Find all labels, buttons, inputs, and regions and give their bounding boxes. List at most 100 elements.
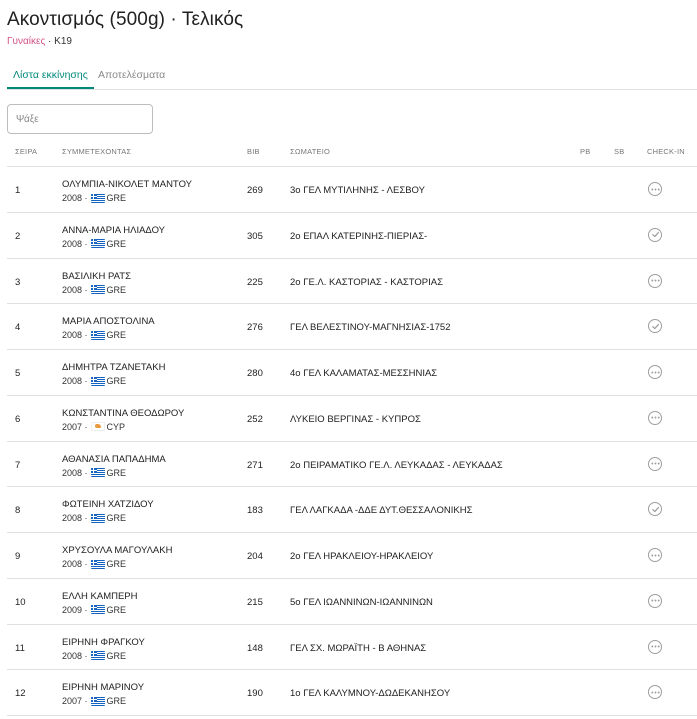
country-code: GRE [106,696,127,707]
flag-greece-icon [90,330,105,340]
club-name: 1ο ΓΕΛ ΚΑΛΥΜΝΟΥ-ΔΩΔΕΚΑΝΗΣΟΥ [290,688,451,700]
club-name: 2ο ΓΕΛ ΗΡΑΚΛΕΙΟΥ-ΗΡΑΚΛΕΙΟΥ [290,551,434,562]
athlete-name: ΑΘΑΝΑΣΙΑ ΠΑΠΑΔΗΜΑ [62,453,166,465]
row-order: 2 [15,230,21,242]
bib-number: 276 [247,322,263,334]
checkin-checked-icon[interactable] [648,319,662,334]
birth-year: 2008 [62,193,83,203]
checkin-checked-icon[interactable] [648,502,662,517]
table-row: 1 ΟΛΥΜΠΙΑ-ΝΙΚΟΛΕΤ ΜΑΝΤΟΥ 2008 · GRE 269 3ο ΓΕ… [7,167,697,213]
table-row: 12 ΕΙΡΗΝΗ ΜΑΡΙΝΟΥ 2007 · GRE 190 1ο ΓΕΛ ΚΑΛΥΜ… [7,670,697,716]
country-code: GRE [106,513,127,524]
checkin-pending-icon[interactable] [648,456,662,471]
athlete-name: ΚΩΝΣΤΑΝΤΙΝΑ ΘΕΟΔΩΡΟΥ [62,407,185,419]
country-code: GRE [106,467,127,478]
flag-greece-icon [90,468,105,477]
event-subtitle: Γυναίκες · K19 [7,36,72,47]
athlete-name: ΧΡΥΣΟΥΛΑ ΜΑΓΟΥΛΑΚΗ [62,545,173,556]
flag-greece-icon [90,605,105,615]
column-header-pb: PB [580,147,591,156]
club-name: ΓΕΛ ΛΑΓΚΑΔΑ -ΔΔΕ ΔΥΤ.ΘΕΣΣΑΛΟΝΙΚΗΣ [290,505,473,517]
club-name: ΓΕΛ ΒΕΛΕΣΤΙΝΟΥ-ΜΑΓΝΗΣΙΑΣ-1752 [290,322,451,334]
club-name: 3ο ΓΕΛ ΜΥΤΙΛΗΝΗΣ - ΛΕΣΒΟΥ [290,185,425,196]
athlete-meta: 2008 · GRE [62,559,126,569]
athlete-meta: 2007 · GRE [62,696,126,706]
country-code: GRE [106,193,127,203]
country-code: CYP [106,421,126,432]
bib-number: 148 [247,642,263,654]
meta-separator: · [82,513,88,524]
checkin-pending-icon[interactable] [648,410,662,425]
athlete-name: ΒΑΣΙΛΙΚΗ ΡΑΤΣ [62,270,131,282]
athlete-meta: 2008 · GRE [62,285,126,295]
athlete-meta: 2008 · GRE [62,330,126,340]
meta-separator: · [82,238,88,249]
athlete-name: ΕΛΛΗ ΚΑΜΠΕΡΗ [62,590,138,602]
bib-number: 183 [247,505,263,517]
row-order: 1 [15,185,21,196]
meta-separator: · [82,284,88,295]
birth-year: 2009 [62,604,83,615]
meta-separator: · [82,193,88,203]
row-order: 9 [15,551,21,562]
flag-greece-icon [90,239,105,249]
meta-separator: · [82,604,88,615]
checkin-pending-icon[interactable] [648,593,662,608]
row-order: 4 [15,322,21,334]
row-order: 5 [15,368,21,379]
category-label: Γυναίκες [7,36,46,47]
table-row: 8 ΦΩΤΕΙΝΗ ΧΑΤΖΙΔΟΥ 2008 · GRE 183 ΓΕΛ ΛΑΓΚΑΔΑ… [7,487,697,533]
checkin-pending-icon[interactable] [648,548,662,562]
column-header-bib: BIB [247,147,260,156]
checkin-pending-icon[interactable] [648,685,662,700]
search-input[interactable] [7,104,153,134]
checkin-pending-icon[interactable] [648,182,662,196]
athlete-meta: 2009 · GRE [62,605,126,615]
flag-greece-icon [90,285,105,294]
flag-greece-icon [90,513,105,523]
column-header-athlete: ΣΥΜΜΕΤΕΧΟΝΤΑΣ [62,147,132,156]
table-row: 7 ΑΘΑΝΑΣΙΑ ΠΑΠΑΔΗΜΑ 2008 · GRE 271 2ο ΠΕΙΡΑΜΑ… [7,442,697,488]
start-list-table: 1 ΟΛΥΜΠΙΑ-ΝΙΚΟΛΕΤ ΜΑΝΤΟΥ 2008 · GRE 269 3ο ΓΕ… [7,167,697,716]
checkin-pending-icon[interactable] [648,273,662,288]
bib-number: 252 [247,413,263,425]
table-row: 10 ΕΛΛΗ ΚΑΜΠΕΡΗ 2009 · GRE 215 5ο ΓΕΛ ΙΩΑΝΝΙΝ… [7,579,697,625]
flag-cyprus-icon [90,422,105,432]
meta-separator: · [82,376,88,386]
birth-year: 2007 [62,421,83,432]
birth-year: 2008 [62,330,83,341]
table-row: 11 ΕΙΡΗΝΗ ΦΡΑΓΚΟΥ 2008 · GRE 148 ΓΕΛ ΣΧ. ΜΩΡΑ… [7,625,697,671]
club-name: ΓΕΛ ΣΧ. ΜΩΡΑΪΤΗ - Β ΑΘΗΝΑΣ [290,642,427,654]
athlete-name: ΕΙΡΗΝΗ ΜΑΡΙΝΟΥ [62,682,145,694]
meta-separator: · [82,650,88,661]
checkin-pending-icon[interactable] [648,365,662,379]
column-header-order: ΣΕΙΡΑ [15,147,38,156]
checkin-checked-icon[interactable] [648,227,662,242]
page-title: Ακοντισμός (500g) · Τελικός [7,9,244,30]
club-name: 2ο ΠΕΙΡΑΜΑΤΙΚΟ ΓΕ.Λ. ΛΕΥΚΑΔΑΣ - ΛΕΥΚΑΔΑΣ [290,459,503,471]
tab-start-list[interactable]: Λίστα εκκίνησης [7,62,94,89]
flag-greece-icon [90,559,105,569]
bib-number: 204 [247,551,263,562]
tab-results[interactable]: Αποτελέσματα [92,62,171,89]
athlete-name: ΜΑΡΙΑ ΑΠΟΣΤΟΛΙΝΑ [62,316,155,328]
meta-separator: · [82,696,88,707]
tab-bar: Λίστα εκκίνησης Αποτελέσματα [7,62,697,90]
athlete-name: ΕΙΡΗΝΗ ΦΡΑΓΚΟΥ [62,636,145,648]
athlete-meta: 2008 · GRE [62,193,126,203]
flag-greece-icon [90,193,105,203]
table-row: 2 ΑΝΝΑ-ΜΑΡΙΑ ΗΛΙΑΔΟΥ 2008 · GRE 305 2ο ΕΠΑΛ Κ… [7,213,697,259]
bib-number: 305 [247,230,263,242]
bib-number: 271 [247,459,263,471]
column-header-sb: SB [614,147,625,156]
club-name: 4ο ΓΕΛ ΚΑΛΑΜΑΤΑΣ-ΜΕΣΣΗΝΙΑΣ [290,368,438,379]
meta-separator: · [82,421,88,432]
country-code: GRE [106,604,127,615]
row-order: 3 [15,276,21,288]
row-order: 11 [15,642,25,654]
athlete-meta: 2008 · GRE [62,239,126,249]
birth-year: 2008 [62,238,83,249]
checkin-pending-icon[interactable] [648,639,662,654]
bib-number: 225 [247,276,263,288]
birth-year: 2008 [62,376,83,386]
